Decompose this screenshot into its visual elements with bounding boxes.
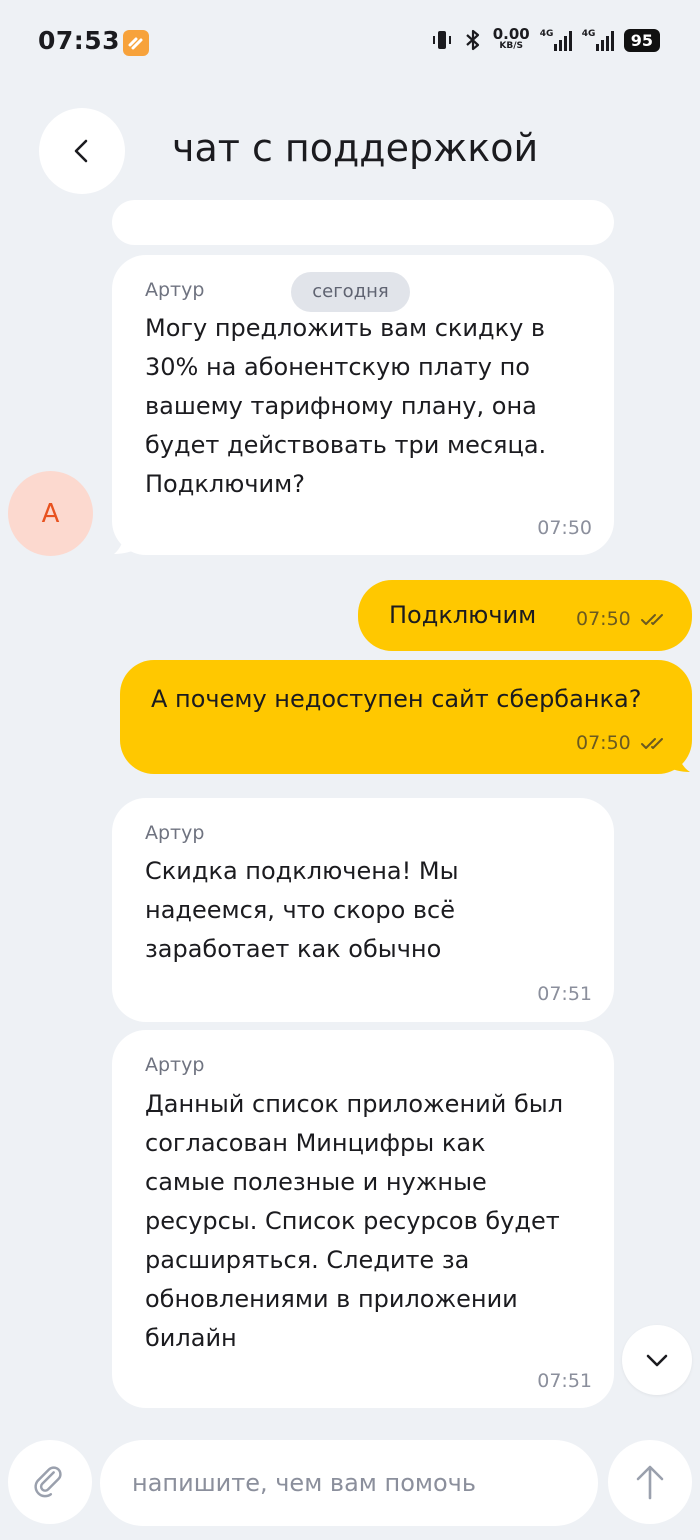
chat-header: чат с поддержкой [0, 108, 700, 196]
scroll-to-bottom-button[interactable] [622, 1325, 692, 1395]
arrow-up-icon [636, 1465, 664, 1500]
message-line: расширяться. Следите за [145, 1246, 470, 1274]
bubble-tail [114, 526, 142, 554]
message-line: Подключим? [145, 470, 305, 498]
message-sender: Артур [145, 279, 205, 301]
vibrate-icon [432, 31, 451, 49]
message-line: надеемся, что скоро всё [145, 896, 456, 924]
status-time: 07:53 [38, 26, 121, 55]
message-input[interactable] [100, 1440, 598, 1526]
message-time: 07:51 [537, 1370, 592, 1392]
message-text: Скидка подключена! Мы надеемся, что скор… [145, 852, 459, 969]
status-bar: 07:53 0.00 KB/S 4G 4G 95 [0, 0, 700, 80]
date-separator: сегодня [291, 272, 410, 312]
chevron-down-icon [646, 1354, 668, 1367]
message-time: 07:50 [537, 517, 592, 539]
page-title: чат с поддержкой [172, 126, 539, 170]
bluetooth-icon [465, 29, 479, 51]
message-text: Могу предложить вам скидку в 30% на абон… [145, 309, 546, 504]
message-line: ресурсы. Список ресурсов будет [145, 1207, 560, 1235]
message-text: А почему недоступен сайт сбербанка? [151, 685, 642, 713]
composer [0, 1438, 700, 1528]
outgoing-message[interactable]: А почему недоступен сайт сбербанка? 07:5… [120, 660, 692, 774]
battery-indicator: 95 [623, 28, 660, 52]
double-check-icon [641, 614, 663, 625]
status-indicators: 0.00 KB/S 4G 4G 95 [431, 25, 660, 52]
message-line: заработает как обычно [145, 935, 442, 963]
signal-icon-2: 4G [582, 29, 614, 51]
paperclip-icon [34, 1466, 62, 1498]
app-notification-icon [123, 30, 149, 56]
send-button[interactable] [608, 1440, 692, 1524]
back-button[interactable] [39, 108, 125, 194]
double-check-icon [641, 738, 663, 749]
outgoing-message[interactable]: Подключим 07:50 [358, 580, 692, 651]
message-time: 07:50 [576, 608, 631, 630]
signal-icon-1: 4G [540, 29, 572, 51]
message-sender: Артур [145, 822, 205, 844]
message-line: Скидка подключена! Мы [145, 857, 459, 885]
message-line: 30% на абонентскую плату по [145, 353, 530, 381]
message-line: вашему тарифному плану, она [145, 392, 537, 420]
incoming-message[interactable]: Артур Данный список приложений был согла… [112, 1030, 614, 1408]
message-line: Данный список приложений был [145, 1090, 564, 1118]
message-time: 07:50 [576, 732, 631, 754]
message-text: Данный список приложений был согласован … [145, 1085, 563, 1358]
message-line: будет действовать три месяца. [145, 431, 547, 459]
incoming-message[interactable]: Артур Скидка подключена! Мы надеемся, чт… [112, 798, 614, 1022]
message-sender: Артур [145, 1054, 205, 1076]
message-text: Подключим [389, 601, 537, 629]
message-line: обновлениями в приложении [145, 1285, 518, 1313]
avatar: А [8, 471, 93, 556]
message-line: билайн [145, 1324, 237, 1352]
previous-message-fragment [112, 200, 614, 245]
net-speed-value: 0.00 [492, 25, 530, 43]
bubble-tail [666, 748, 690, 772]
message-line: согласован Минцифры как [145, 1129, 486, 1157]
message-line: Могу предложить вам скидку в [145, 314, 546, 342]
chevron-left-icon [74, 139, 88, 163]
attach-button[interactable] [8, 1440, 92, 1524]
message-time: 07:51 [537, 983, 592, 1005]
message-line: самые полезные и нужные [145, 1168, 487, 1196]
net-speed: 0.00 KB/S [492, 25, 530, 52]
